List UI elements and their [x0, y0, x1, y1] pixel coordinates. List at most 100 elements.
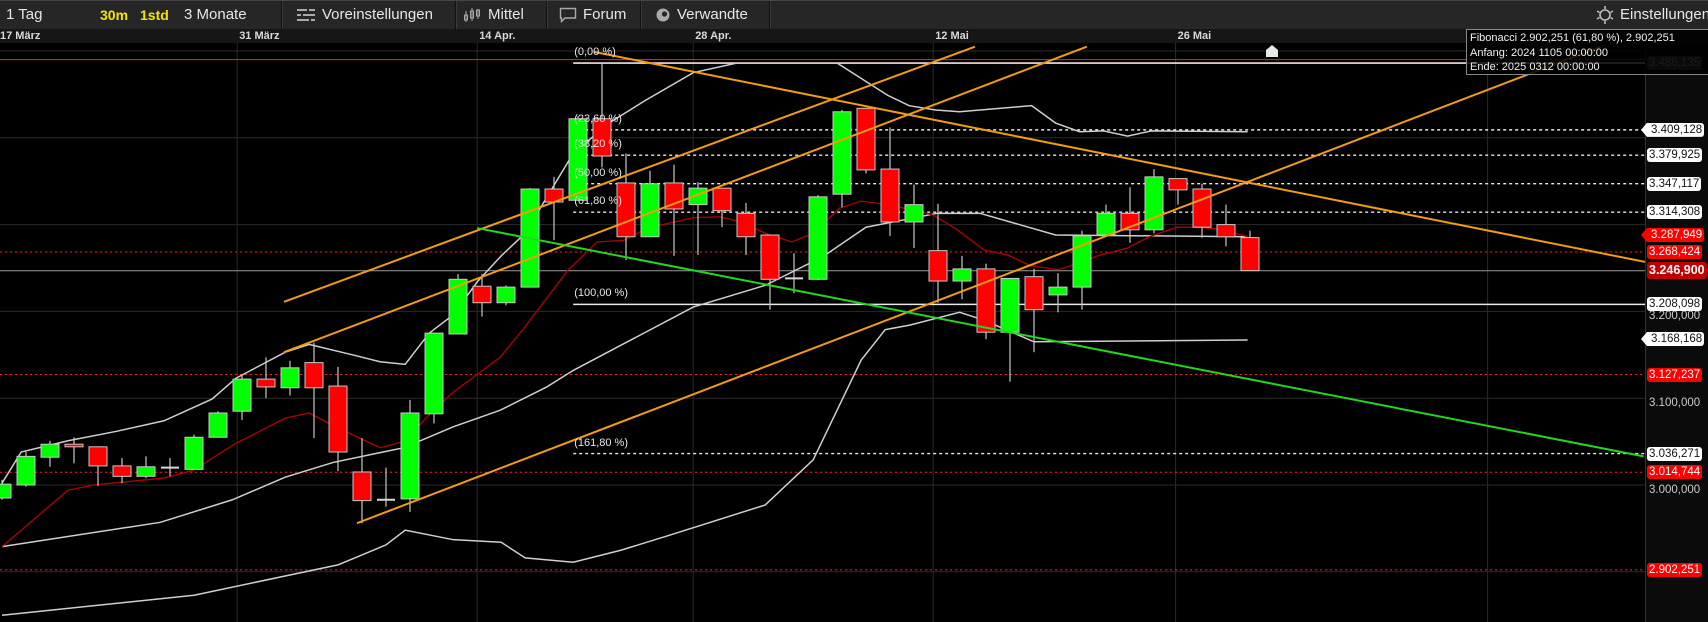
forum-label: Forum [583, 6, 627, 23]
price-label: 3.168,168 [1641, 332, 1705, 347]
candle [880, 127, 900, 236]
candle [785, 253, 803, 294]
voreinstellungen-label: Voreinstellungen [322, 6, 433, 23]
candle-body-up [496, 286, 516, 304]
candle-body-up [0, 483, 12, 499]
candle-body-down [472, 285, 492, 304]
candle-body-down [1240, 237, 1260, 272]
candle [1144, 169, 1164, 234]
candle-body-down [304, 362, 324, 389]
candle-body-down [1192, 188, 1212, 228]
time-marker-icon[interactable] [1266, 45, 1278, 57]
candle-body-up [400, 412, 420, 500]
range-1-tag-button[interactable]: 1 Tag [6, 1, 42, 29]
date-label: 17 März [0, 30, 41, 42]
candle [544, 176, 564, 241]
candle-body-up [280, 367, 300, 389]
candle-body-up [808, 196, 828, 280]
candle [280, 360, 300, 396]
candle-body-up [952, 268, 972, 282]
candle-body-down [928, 250, 948, 282]
orange-channel-bottom [356, 45, 1601, 525]
einstellungen-button[interactable]: Einstellungen [1596, 1, 1708, 29]
interval-30m-button[interactable]: 30m [100, 1, 128, 29]
candle [664, 164, 684, 256]
candle-body-up [424, 332, 444, 415]
candle-body-down [856, 107, 876, 171]
time-axis[interactable]: 17 März 31 März 14 Apr. 28 Apr. 12 Mai 26 Mai [0, 29, 1708, 43]
candle-body-down [64, 443, 84, 448]
candle-body-up [208, 412, 228, 438]
candle-body-down [664, 182, 684, 210]
orange-channel-top [283, 45, 976, 303]
candle [736, 202, 756, 255]
candle [856, 107, 876, 174]
grid-lines [0, 43, 1645, 622]
candle-body-down [88, 446, 108, 467]
fibonacci-retracement[interactable] [573, 62, 1645, 455]
candle [472, 274, 492, 317]
candle-body-up [1096, 212, 1116, 236]
price-label: 3.127,237 [1647, 367, 1703, 382]
candle [184, 434, 204, 470]
candle [928, 203, 948, 303]
candle [328, 366, 348, 472]
price-label: 2.902,251 [1647, 562, 1703, 577]
verwandte-button[interactable]: Verwandte [655, 1, 748, 29]
einstellungen-label: Einstellungen [1620, 6, 1708, 23]
divider [769, 1, 771, 29]
price-label: 3.100,000 [1649, 397, 1701, 410]
candle [1048, 273, 1068, 313]
candle-body-up [832, 111, 852, 195]
fibonacci-level-label: (23,60 %) [574, 112, 622, 125]
green-descending-line [477, 227, 1644, 458]
candle [112, 458, 132, 484]
date-label: 14 Apr. [479, 30, 516, 42]
date-label: 31 März [239, 30, 280, 42]
price-label: 3.000,000 [1649, 484, 1701, 496]
candle [161, 458, 179, 477]
candle-body-down [328, 385, 348, 453]
price-label: 3.314,308 [1647, 205, 1703, 220]
candle [1096, 204, 1116, 236]
candle-body-down [1024, 276, 1044, 311]
divider [546, 1, 548, 29]
candle [88, 446, 108, 486]
candle [256, 357, 276, 399]
range-3-monate-button[interactable]: 3 Monate [184, 1, 247, 29]
price-label: 3.200,000 [1649, 310, 1701, 323]
mittel-button[interactable]: Mittel [462, 1, 524, 29]
date-label: 26 Mai [1177, 30, 1212, 42]
candle [304, 342, 324, 439]
candlestick-chart[interactable] [0, 0, 1708, 622]
interval-1std-button[interactable]: 1std [140, 1, 169, 29]
price-label: 3.036,271 [1647, 446, 1703, 461]
candle-body-up [904, 204, 924, 223]
candle [640, 170, 660, 238]
forum-button[interactable]: Forum [559, 1, 626, 29]
candle [424, 332, 444, 424]
candle-body-up [1048, 286, 1068, 296]
candle [904, 184, 924, 249]
price-label: 3.287,949 [1641, 228, 1705, 243]
candle [400, 399, 420, 512]
candle [1120, 187, 1140, 243]
candle [16, 452, 36, 487]
candle [0, 479, 12, 500]
voreinstellungen-button[interactable]: Voreinstellungen [296, 1, 433, 29]
fibonacci-level-label: (38,20 %) [574, 138, 622, 151]
candle [496, 285, 516, 306]
trendlines[interactable] [283, 45, 1645, 525]
tooltip-line-anfang: Anfang: 2024 1105 00:00:00 [1470, 46, 1609, 59]
candle [568, 116, 588, 201]
candle-body-up [568, 118, 588, 201]
candle [712, 187, 732, 228]
candle-body-down [976, 268, 996, 333]
tooltip-line-fibonacci: Fibonacci 2.902,251 (61,80 %), 2.902,251 [1470, 32, 1675, 44]
price-label: 3.014,744 [1647, 465, 1703, 480]
verwandte-label: Verwandte [677, 6, 748, 23]
tooltip-line-ende: Ende: 2025 0312 00:00:00 [1470, 61, 1600, 73]
fibonacci-level-label: (50,00 %) [574, 166, 622, 179]
candle-body-up [184, 436, 204, 470]
price-label: 3.409,128 [1641, 122, 1705, 137]
